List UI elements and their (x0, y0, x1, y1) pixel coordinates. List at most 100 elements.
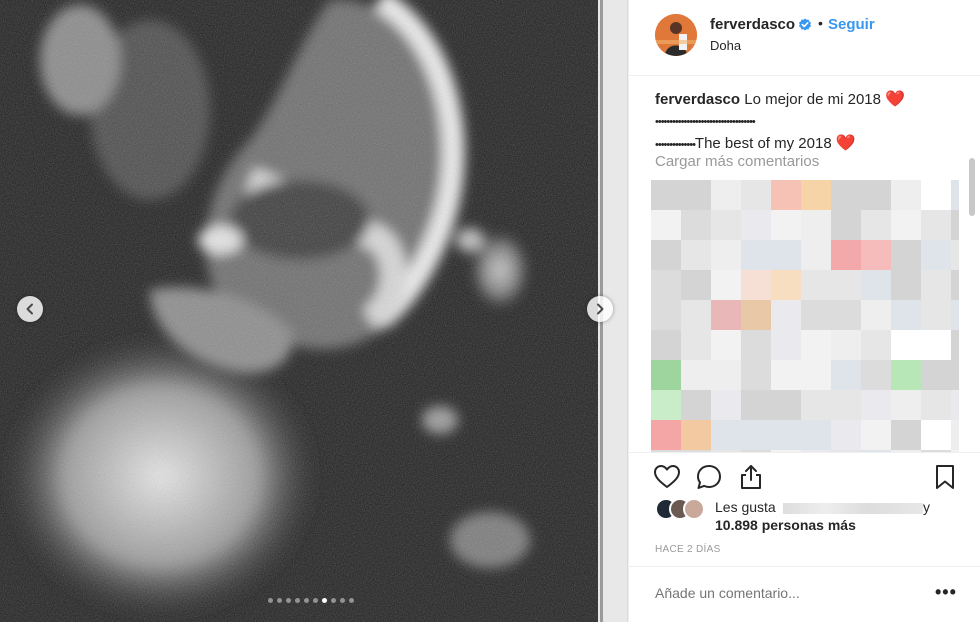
carousel-dot (295, 598, 300, 603)
censor-block (801, 210, 831, 240)
post-timestamp[interactable]: HACE 2 DÍAS (655, 544, 721, 555)
censor-block (681, 300, 711, 330)
censor-block (831, 360, 861, 390)
censor-block (711, 330, 741, 360)
post-sidebar: ferverdasco • Seguir Doha ferverdasco Lo… (628, 0, 980, 622)
carousel-dot (313, 598, 318, 603)
censor-block (891, 300, 921, 330)
username[interactable]: ferverdasco (710, 16, 795, 33)
carousel-next-button[interactable] (587, 296, 613, 322)
censor-block (651, 300, 681, 330)
censor-block (921, 360, 951, 390)
censor-block (801, 420, 831, 450)
censor-block (921, 180, 951, 210)
censor-block (651, 180, 681, 210)
carousel-dot (286, 598, 291, 603)
censor-block (771, 420, 801, 450)
liked-by-avatars[interactable] (655, 498, 711, 520)
caption-dots-short: •••••••••••••• (655, 139, 696, 151)
censor-block (891, 270, 921, 300)
censor-block (711, 360, 741, 390)
carousel-dot (277, 598, 282, 603)
comment-composer: ••• (629, 566, 980, 622)
avatar[interactable] (655, 14, 697, 56)
censor-block (711, 420, 741, 450)
censor-block (651, 360, 681, 390)
avatar (683, 498, 705, 520)
censor-block (921, 270, 951, 300)
likes-count[interactable]: 10.898 personas más (715, 517, 856, 533)
heart-icon[interactable] (653, 463, 681, 491)
censor-block (861, 390, 891, 420)
carousel-dot (340, 598, 345, 603)
censor-block (951, 330, 959, 360)
censor-block (891, 330, 921, 360)
censor-block (711, 180, 741, 210)
censor-block (711, 390, 741, 420)
censor-block (681, 390, 711, 420)
censor-block (681, 270, 711, 300)
censor-block (861, 360, 891, 390)
caption-dots: ••••••••••••••••••••••••••••••••••• (655, 116, 756, 128)
censor-block (771, 390, 801, 420)
carousel-dot (331, 598, 336, 603)
censor-block (891, 180, 921, 210)
bookmark-icon[interactable] (931, 463, 959, 491)
censor-block (831, 300, 861, 330)
carousel-dot (349, 598, 354, 603)
censor-block (711, 240, 741, 270)
scrollbar-thumb[interactable] (969, 158, 975, 216)
follow-button[interactable]: Seguir (828, 16, 875, 33)
censor-block (861, 330, 891, 360)
profile-photo-icon (655, 14, 697, 56)
censor-block (651, 210, 681, 240)
censor-block (861, 270, 891, 300)
post-caption: ferverdasco Lo mejor de mi 2018 ❤️ •••••… (655, 89, 955, 156)
censor-block (801, 240, 831, 270)
caption-text-en: The best of my 2018 (694, 135, 832, 152)
censor-block (741, 330, 771, 360)
chevron-right-icon (597, 303, 604, 315)
censor-block (891, 420, 921, 450)
more-options-button[interactable]: ••• (935, 582, 957, 603)
censor-block (771, 300, 801, 330)
censor-block (951, 420, 959, 450)
carousel-dot (304, 598, 309, 603)
censor-block (891, 210, 921, 240)
censor-block (831, 420, 861, 450)
post-media[interactable] (0, 0, 628, 622)
censor-block (651, 330, 681, 360)
censor-block (801, 360, 831, 390)
censor-block (681, 180, 711, 210)
caption-text: Lo mejor de mi 2018 (744, 91, 881, 108)
censor-block (861, 240, 891, 270)
censor-block (681, 210, 711, 240)
censor-block (711, 270, 741, 300)
liked-by-censored (783, 503, 923, 514)
action-bar (629, 452, 980, 500)
carousel-dot (322, 598, 327, 603)
censor-block (801, 270, 831, 300)
censor-block (651, 420, 681, 450)
censor-block (921, 420, 951, 450)
comment-input[interactable] (655, 585, 915, 601)
location-link[interactable]: Doha (710, 38, 741, 53)
censor-block (651, 390, 681, 420)
censor-block (741, 360, 771, 390)
load-more-comments-button[interactable]: Cargar más comentarios (655, 153, 819, 170)
censor-block (921, 240, 951, 270)
censor-block (831, 240, 861, 270)
share-icon[interactable] (737, 463, 765, 491)
censor-block (951, 300, 959, 330)
caption-username[interactable]: ferverdasco (655, 91, 740, 108)
censor-block (891, 360, 921, 390)
carousel-prev-button[interactable] (17, 296, 43, 322)
censor-block (771, 330, 801, 360)
censor-block (801, 330, 831, 360)
censor-block (771, 240, 801, 270)
comment-icon[interactable] (695, 463, 723, 491)
caption-line-1: ferverdasco Lo mejor de mi 2018 ❤️ (655, 89, 955, 111)
censor-block (681, 330, 711, 360)
censor-block (921, 390, 951, 420)
heart-emoji: ❤️ (835, 135, 856, 152)
